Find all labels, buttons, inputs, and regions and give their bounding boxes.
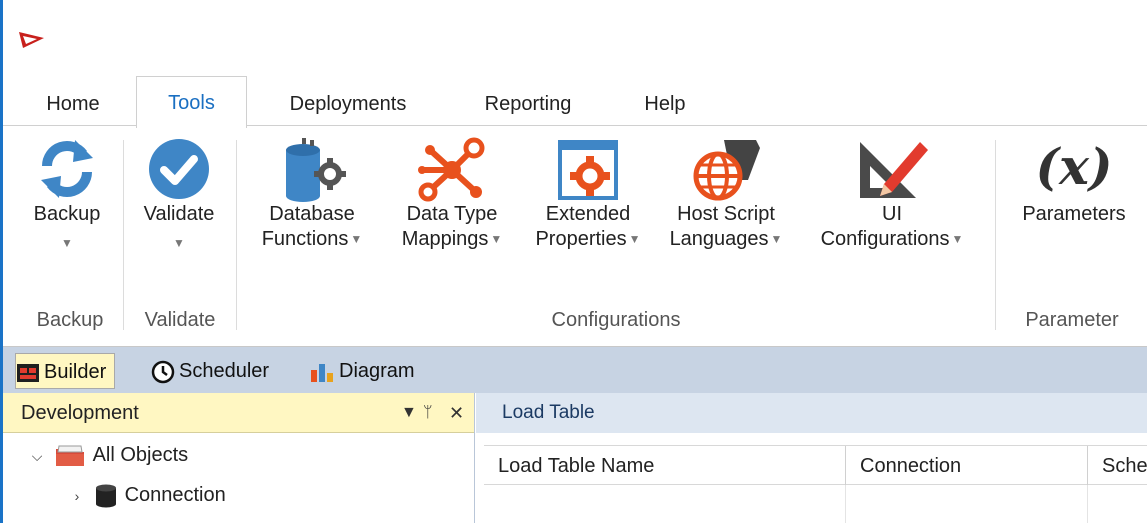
ribbon-separator bbox=[236, 140, 237, 330]
column-header-load-table-name[interactable]: Load Table Name bbox=[484, 446, 846, 486]
ribbon-separator bbox=[123, 140, 124, 330]
ribbon-tabs: Home Tools Deployments Reporting Help bbox=[3, 76, 1147, 128]
network-nodes-icon bbox=[418, 137, 485, 202]
chevron-right-icon[interactable]: › bbox=[65, 478, 89, 514]
tab-builder[interactable]: Builder bbox=[15, 353, 116, 389]
folder-icon bbox=[55, 445, 84, 466]
ribbon-toolbar: Backup ▼ Validate ▼ Database Functions ▼… bbox=[3, 125, 1147, 347]
extended-properties-button[interactable]: Extended Properties ▼ bbox=[521, 136, 655, 252]
grid-body bbox=[484, 485, 1147, 523]
chevron-down-icon: ▼ bbox=[173, 236, 185, 250]
ribbon-separator bbox=[995, 140, 996, 330]
database-gear-icon bbox=[286, 138, 346, 202]
ui-configurations-line2: Configurations bbox=[820, 228, 950, 250]
builder-icon bbox=[17, 363, 39, 382]
window-gear-icon bbox=[558, 140, 618, 200]
app-logo-icon bbox=[19, 32, 44, 48]
tab-home[interactable]: Home bbox=[29, 82, 117, 126]
group-label-configurations: Configurations bbox=[551, 309, 681, 331]
ui-configurations-line1: UI bbox=[882, 203, 902, 225]
parameters-button[interactable]: (x) Parameters bbox=[1007, 136, 1141, 227]
tab-scheduler-label: Scheduler bbox=[179, 360, 270, 382]
tab-diagram-label: Diagram bbox=[339, 360, 415, 382]
host-script-languages-line2: Languages bbox=[669, 228, 769, 250]
function-x-icon: (x) bbox=[1035, 137, 1112, 196]
validate-label: Validate bbox=[143, 203, 215, 225]
database-functions-button[interactable]: Database Functions ▼ bbox=[247, 136, 377, 252]
bar-chart-icon bbox=[311, 363, 333, 382]
parameters-label: Parameters bbox=[1022, 203, 1126, 225]
host-script-languages-line1: Host Script bbox=[677, 203, 775, 225]
database-icon bbox=[95, 484, 116, 508]
development-panel: Development ▼ ᛘ ✕ ⌵ All Objects › Connec… bbox=[3, 393, 475, 523]
tab-builder-label: Builder bbox=[44, 361, 107, 383]
chevron-down-icon: ▼ bbox=[770, 232, 783, 247]
title-bar bbox=[3, 0, 1147, 76]
tab-reporting[interactable]: Reporting bbox=[461, 82, 595, 126]
chevron-down-icon: ▼ bbox=[628, 232, 641, 247]
close-icon[interactable]: ✕ bbox=[449, 393, 464, 433]
grid-cell[interactable] bbox=[484, 485, 846, 523]
development-panel-header: Development ▼ ᛘ ✕ bbox=[3, 393, 474, 433]
data-type-mappings-line1: Data Type bbox=[406, 203, 498, 225]
tree-item-all-objects[interactable]: ⌵ All Objects bbox=[25, 437, 188, 473]
chevron-down-icon: ▼ bbox=[951, 232, 964, 247]
group-label-parameter: Parameter bbox=[1025, 309, 1119, 331]
backup-button[interactable]: Backup ▼ bbox=[17, 136, 117, 256]
clock-icon bbox=[151, 360, 175, 383]
tab-scheduler[interactable]: Scheduler bbox=[151, 353, 269, 389]
tab-tools[interactable]: Tools bbox=[136, 76, 247, 128]
panel-dropdown-icon[interactable]: ▼ bbox=[401, 393, 417, 433]
tree-item-connection[interactable]: › Connection bbox=[65, 477, 226, 513]
load-table-panel: Load Table Load Table Name Connection Sc… bbox=[476, 393, 1147, 523]
tab-deployments[interactable]: Deployments bbox=[265, 82, 431, 126]
host-script-languages-button[interactable]: Host Script Languages ▼ bbox=[657, 136, 795, 252]
load-table-panel-header: Load Table bbox=[476, 393, 1147, 433]
grid-cell[interactable] bbox=[846, 485, 1088, 523]
column-header-schema[interactable]: Sche bbox=[1088, 446, 1147, 486]
chevron-down-icon: ▼ bbox=[350, 232, 363, 247]
data-type-mappings-button[interactable]: Data Type Mappings ▼ bbox=[385, 136, 519, 252]
tab-help[interactable]: Help bbox=[623, 82, 707, 126]
svg-text:(x): (x) bbox=[1035, 137, 1112, 196]
extended-properties-line1: Extended bbox=[545, 203, 631, 225]
triangle-pencil-icon bbox=[860, 142, 928, 198]
group-label-validate: Validate bbox=[144, 309, 216, 331]
pin-icon[interactable]: ᛘ bbox=[423, 393, 433, 433]
ui-configurations-button[interactable]: UI Configurations ▼ bbox=[799, 136, 985, 252]
tree-item-label: Connection bbox=[124, 484, 226, 506]
column-header-connection[interactable]: Connection bbox=[846, 446, 1088, 486]
grid-header-row: Load Table Name Connection Sche bbox=[484, 445, 1147, 486]
database-functions-line1: Database bbox=[269, 203, 355, 225]
application-window: Home Tools Deployments Reporting Help Ba… bbox=[0, 0, 1147, 523]
extended-properties-line2: Properties bbox=[535, 228, 627, 250]
chevron-down-icon: ▼ bbox=[61, 236, 73, 250]
development-panel-title: Development bbox=[21, 402, 139, 424]
tab-diagram[interactable]: Diagram bbox=[309, 353, 415, 389]
validate-button[interactable]: Validate ▼ bbox=[127, 136, 231, 256]
chevron-down-icon: ▼ bbox=[490, 232, 503, 247]
backup-label: Backup bbox=[33, 203, 101, 225]
data-type-mappings-line2: Mappings bbox=[401, 228, 489, 250]
load-table-panel-title: Load Table bbox=[502, 402, 595, 423]
database-functions-line2: Functions bbox=[261, 228, 349, 250]
checkmark-icon bbox=[149, 139, 209, 199]
tree-item-label: All Objects bbox=[92, 444, 189, 466]
dock-tab-strip: Builder Scheduler Diagram bbox=[3, 347, 1147, 393]
refresh-icon bbox=[41, 140, 93, 198]
globe-script-icon bbox=[693, 140, 760, 201]
chevron-down-icon[interactable]: ⌵ bbox=[25, 438, 49, 474]
group-label-backup: Backup bbox=[36, 309, 104, 331]
